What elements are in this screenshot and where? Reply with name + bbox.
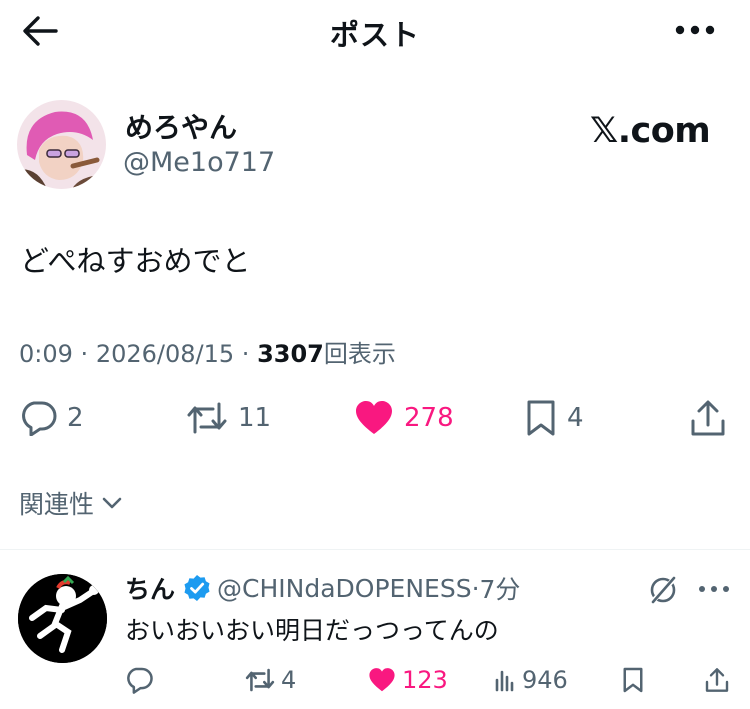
reply-reply-button[interactable] [125,663,153,697]
reply-more-icon[interactable] [697,583,731,595]
more-icon[interactable] [674,22,716,38]
like-button[interactable]: 278 [354,398,454,438]
heart-icon [368,667,396,693]
author-display-name[interactable]: めろやん [125,106,237,146]
verified-badge-icon [183,574,211,602]
views-icon [494,668,516,692]
post-text: どぺねすおめでと [20,244,251,278]
reply-avatar[interactable] [18,574,107,663]
reply-count: 2 [67,403,84,433]
author-handle[interactable]: @Me1o717 [123,147,275,178]
bookmark-count: 4 [567,403,584,433]
bookmark-button[interactable]: 4 [525,398,584,438]
reply-views-count: 946 [522,666,568,694]
reply-views-button[interactable]: 946 [494,663,568,697]
reply-time[interactable]: 7分 [480,570,521,606]
views-label: 回表示 [323,340,396,368]
chevron-down-icon [102,496,122,510]
sort-related-dropdown[interactable]: 関連性 [19,485,122,521]
avatar[interactable] [17,100,106,189]
reply-separator: · [471,573,480,603]
bookmark-icon [525,399,557,437]
reply-header: ちん @CHINdaDOPENESS · 7分 [125,570,520,606]
repost-icon [186,401,228,435]
share-icon [705,667,729,693]
post-date[interactable]: 2026/08/15 [96,340,234,368]
repost-button[interactable]: 11 [186,398,271,438]
brand-watermark: 𝕏.com [590,111,711,151]
reply-button[interactable]: 2 [19,398,84,438]
divider [0,549,750,550]
reply-handle[interactable]: @CHINdaDOPENESS [217,574,472,603]
meta-separator: · [241,340,250,368]
post-meta: 0:09 · 2026/08/15 · 3307回表示 [19,334,396,369]
meta-separator: · [80,340,89,368]
repost-count: 11 [238,403,272,433]
reply-text: おいおいおい明日だっつってんの [125,616,499,645]
share-icon [690,399,726,437]
bookmark-icon [622,666,644,694]
reply-repost-button[interactable]: 4 [245,663,296,697]
reply-icon [125,666,153,694]
grok-icon[interactable] [646,573,680,607]
reply-display-name[interactable]: ちん [125,570,175,606]
repost-icon [245,667,275,693]
page-title: ポスト [329,18,420,52]
reply-like-button[interactable]: 123 [368,663,448,697]
reply-repost-count: 4 [281,666,297,694]
reply-bookmark-button[interactable] [622,663,644,697]
reply-icon [19,400,57,436]
views-count: 3307 [257,340,324,368]
share-button[interactable] [690,398,726,438]
reply-share-button[interactable] [705,663,729,697]
heart-icon [354,400,394,436]
related-label: 関連性 [19,490,95,519]
reply-like-count: 123 [402,666,448,694]
post-time[interactable]: 0:09 [19,340,73,368]
like-count: 278 [404,403,454,433]
